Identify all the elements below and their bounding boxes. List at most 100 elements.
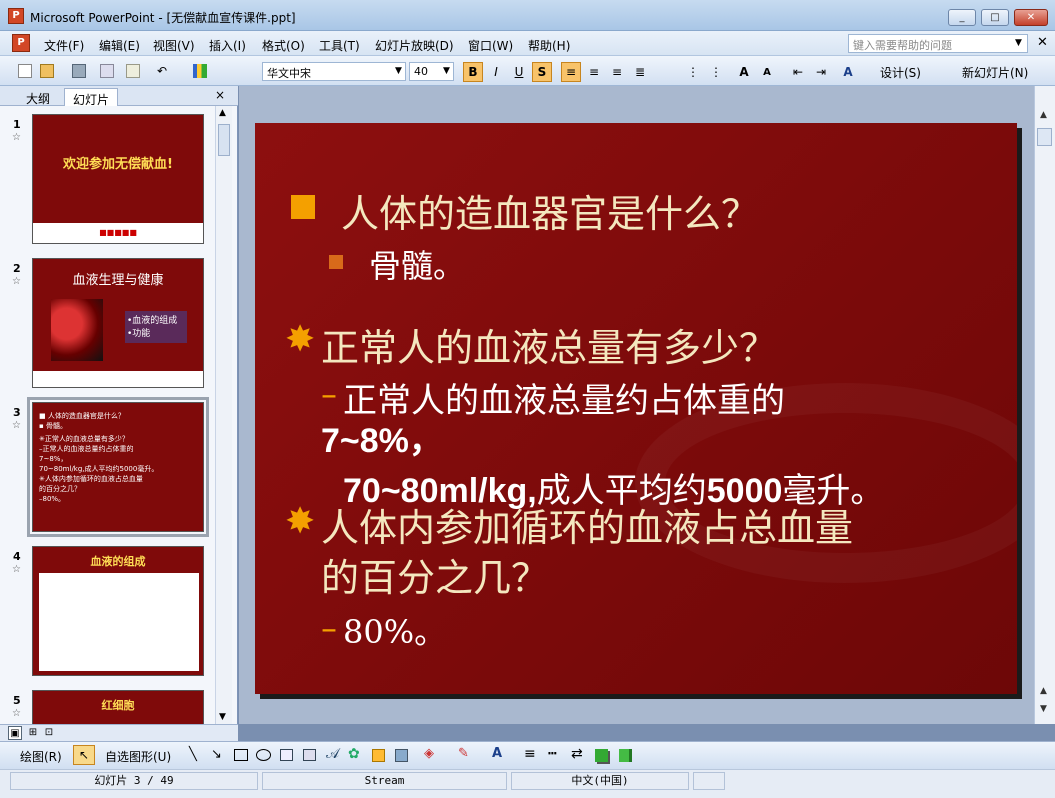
slide-thumbnail-2[interactable]: 血液生理与健康 •血液的组成 •功能 bbox=[32, 258, 204, 388]
question-2[interactable]: 正常人的血液总量有多少？ bbox=[321, 317, 777, 372]
normal-view-icon[interactable]: ▣ bbox=[8, 726, 22, 740]
scroll-thumb[interactable] bbox=[1037, 128, 1052, 146]
fill-color-icon[interactable]: ◈ bbox=[424, 746, 434, 761]
slideshow-icon[interactable]: ⊡ bbox=[42, 726, 56, 740]
answer-1[interactable]: 骨髓。 bbox=[369, 241, 465, 287]
thumb-line: ✳正常人的血液总量有多少？ bbox=[39, 435, 129, 443]
font-name-select[interactable]: 华文中宋 bbox=[262, 62, 406, 81]
font-color-icon[interactable]: A bbox=[492, 746, 502, 761]
close-window-button[interactable]: ✕ bbox=[1014, 9, 1048, 26]
shadow-style-icon[interactable] bbox=[595, 749, 608, 762]
line-color-icon[interactable]: ✎ bbox=[458, 746, 469, 761]
close-pane-icon[interactable]: × bbox=[215, 88, 225, 102]
shadow-button[interactable]: S bbox=[532, 62, 552, 82]
slide-thumbnail-5[interactable]: 红细胞 bbox=[32, 690, 204, 724]
canvas-scrollbar[interactable]: ▲ ▲ ▼ bbox=[1034, 86, 1055, 724]
align-right-button[interactable]: ≡ bbox=[607, 62, 627, 82]
scroll-up-icon[interactable]: ▲ bbox=[219, 108, 226, 118]
bold-button[interactable]: B bbox=[463, 62, 483, 82]
scroll-down-icon[interactable]: ▼ bbox=[219, 712, 226, 722]
underline-button[interactable]: U bbox=[509, 62, 529, 82]
question-3-line-2[interactable]: 的百分之几？ bbox=[321, 547, 549, 602]
open-icon[interactable] bbox=[40, 64, 54, 78]
tab-outline[interactable]: 大纲 bbox=[18, 88, 58, 106]
rectangle-tool-icon[interactable] bbox=[234, 749, 248, 761]
increase-font-button[interactable]: A bbox=[734, 62, 754, 82]
dash-style-icon[interactable]: ┅ bbox=[548, 746, 556, 762]
star-bullet-icon: ✸ bbox=[285, 501, 316, 542]
increase-indent-button[interactable]: ⇥ bbox=[811, 62, 831, 82]
close-document-icon[interactable]: ✕ bbox=[1037, 35, 1048, 50]
answer-2-line-2[interactable]: 7~8%， bbox=[321, 413, 443, 462]
powerpoint-app-icon[interactable]: P bbox=[8, 8, 24, 24]
slide-sorter-icon[interactable]: ⊞ bbox=[26, 726, 40, 740]
menu-slideshow[interactable]: 幻灯片放映(D) bbox=[375, 37, 454, 54]
design-button[interactable]: 设计(S) bbox=[880, 64, 921, 81]
italic-button[interactable]: I bbox=[486, 62, 506, 82]
slide-thumbnail-4[interactable]: 血液的组成 bbox=[32, 546, 204, 676]
line-tool-icon[interactable]: ╲ bbox=[189, 747, 197, 762]
answer-3[interactable]: 80%。 bbox=[343, 607, 446, 653]
maximize-button[interactable]: □ bbox=[981, 9, 1009, 26]
arrow-tool-icon[interactable]: ↘ bbox=[211, 747, 222, 762]
help-search-input[interactable]: 键入需要帮助的问题 bbox=[848, 34, 1028, 53]
question-3-line-1[interactable]: 人体内参加循环的血液占总血量 bbox=[321, 497, 853, 552]
document-icon[interactable]: P bbox=[12, 34, 30, 52]
font-size-dropdown-icon[interactable]: ▼ bbox=[443, 66, 450, 76]
new-slide-button[interactable]: 新幻灯片(N) bbox=[962, 64, 1028, 81]
wordart-icon[interactable]: 𝒜 bbox=[326, 746, 339, 762]
menu-window[interactable]: 窗口(W) bbox=[468, 37, 513, 54]
tab-slides[interactable]: 幻灯片 bbox=[64, 88, 119, 107]
slide-thumbnail-3[interactable]: ■ 人体的造血器官是什么？ ▪ 骨髓。 ✳正常人的血液总量有多少？ –正常人的血… bbox=[27, 397, 209, 537]
oval-tool-icon[interactable] bbox=[256, 749, 271, 761]
paste-icon[interactable] bbox=[126, 64, 140, 78]
bullets-button[interactable]: ⋮ bbox=[706, 62, 726, 82]
numbering-button[interactable]: ⋮ bbox=[683, 62, 703, 82]
menu-edit[interactable]: 编辑(E) bbox=[99, 37, 140, 54]
copy-icon[interactable] bbox=[100, 64, 114, 78]
undo-icon[interactable]: ↶ bbox=[152, 61, 172, 81]
justify-button[interactable]: ≣ bbox=[630, 62, 650, 82]
menu-help[interactable]: 帮助(H) bbox=[528, 37, 570, 54]
slides-pane: 大纲 幻灯片 × 1 ☆ 欢迎参加无偿献血! ■■■■■ 2 ☆ 血液生理与健康… bbox=[0, 86, 238, 724]
minimize-button[interactable]: _ bbox=[948, 9, 976, 26]
draw-menu-button[interactable]: 绘图(R) bbox=[20, 748, 62, 765]
align-center-button[interactable]: ≡ bbox=[584, 62, 604, 82]
menu-view[interactable]: 视图(V) bbox=[153, 37, 195, 54]
picture-icon[interactable] bbox=[395, 749, 408, 762]
thumbnails-scrollbar[interactable]: ▲ ▼ bbox=[215, 106, 232, 724]
transition-star-icon: ☆ bbox=[12, 132, 21, 143]
clipart-icon[interactable] bbox=[372, 749, 385, 762]
3d-style-icon[interactable] bbox=[619, 749, 632, 762]
textbox-tool-icon[interactable] bbox=[280, 749, 293, 761]
select-pointer-icon[interactable]: ↖ bbox=[73, 745, 95, 765]
menu-tools[interactable]: 工具(T) bbox=[319, 37, 360, 54]
diagram-icon[interactable]: ✿ bbox=[348, 746, 360, 762]
line-style-icon[interactable]: ≡ bbox=[524, 746, 536, 762]
chart-icon[interactable] bbox=[193, 64, 207, 78]
new-icon[interactable] bbox=[18, 64, 32, 78]
question-1[interactable]: 人体的造血器官是什么？ bbox=[341, 183, 759, 238]
slide-number: 5 bbox=[13, 694, 21, 707]
autoshapes-menu-button[interactable]: 自选图形(U) bbox=[105, 748, 171, 765]
font-color-button[interactable]: A bbox=[838, 62, 858, 82]
menu-format[interactable]: 格式(O) bbox=[262, 37, 305, 54]
print-icon[interactable] bbox=[72, 64, 86, 78]
decrease-font-button[interactable]: A bbox=[757, 62, 777, 82]
align-left-button[interactable]: ≡ bbox=[561, 62, 581, 82]
transition-star-icon: ☆ bbox=[12, 564, 21, 575]
next-slide-icon[interactable]: ▼ bbox=[1040, 704, 1047, 714]
menu-file[interactable]: 文件(F) bbox=[44, 37, 84, 54]
help-dropdown-icon[interactable]: ▼ bbox=[1015, 38, 1022, 48]
menu-insert[interactable]: 插入(I) bbox=[209, 37, 246, 54]
arrow-style-icon[interactable]: ⇄ bbox=[571, 746, 583, 762]
previous-slide-icon[interactable]: ▲ bbox=[1040, 686, 1047, 696]
decrease-indent-button[interactable]: ⇤ bbox=[788, 62, 808, 82]
scroll-thumb[interactable] bbox=[218, 124, 230, 156]
scroll-up-icon[interactable]: ▲ bbox=[1040, 110, 1047, 120]
vertical-textbox-icon[interactable] bbox=[303, 749, 316, 761]
slide-thumbnail-1[interactable]: 欢迎参加无偿献血! ■■■■■ bbox=[32, 114, 204, 244]
current-slide[interactable]: 人体的造血器官是什么？ 骨髓。 ✸ 正常人的血液总量有多少？ – 正常人的血液总… bbox=[255, 123, 1017, 694]
font-name-dropdown-icon[interactable]: ▼ bbox=[395, 66, 402, 76]
slide-number: 3 bbox=[13, 406, 21, 419]
